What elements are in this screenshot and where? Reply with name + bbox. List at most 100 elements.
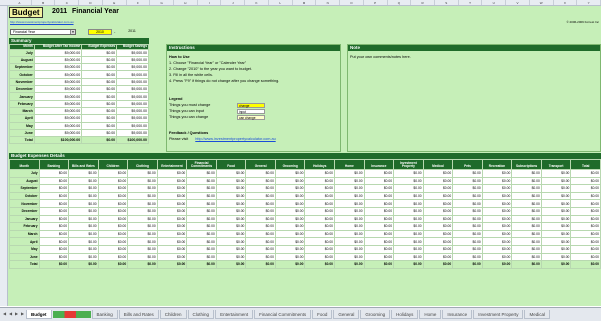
expense-cell[interactable]: $0.00 [540,252,572,262]
expense-cell[interactable]: $0.00 [304,206,336,216]
expense-cell[interactable]: $0.00 [97,169,129,178]
expense-cell[interactable]: $0.00 [422,206,454,216]
expense-cell[interactable]: $0.00 [274,214,306,224]
expense-cell[interactable]: $0.00 [38,191,70,201]
expense-cell[interactable]: $0.00 [38,237,70,246]
expense-cell[interactable]: $0.00 [481,169,513,178]
expense-cell[interactable]: $0.00 [422,252,454,262]
expense-cell[interactable]: $0.00 [215,229,247,239]
expense-cell[interactable]: $0.00 [422,214,454,224]
expense-cell[interactable]: $0.00 [68,222,99,231]
expense-cell[interactable]: $0.00 [156,176,188,186]
expense-cell[interactable]: $0.00 [363,206,395,216]
expense-cell[interactable]: $0.00 [156,184,188,193]
column-header[interactable]: N [316,0,341,5]
expense-cell[interactable]: $0.00 [452,184,483,193]
expense-cell[interactable]: $0.00 [245,184,276,193]
expense-cell[interactable]: $0.00 [156,191,188,201]
expense-cell[interactable]: $0.00 [540,169,572,178]
expense-cell[interactable]: $0.00 [245,252,276,262]
expense-cell[interactable]: $0.00 [334,222,365,231]
summary-cell[interactable]: $9,000.00 [116,92,149,101]
expense-cell[interactable]: $0.00 [127,176,158,186]
expense-cell[interactable]: $0.00 [334,244,365,254]
summary-cell[interactable]: $9,000.00 [33,70,83,79]
expense-cell[interactable]: $0.00 [363,229,395,239]
expense-cell[interactable]: $0.00 [156,214,188,224]
column-header[interactable]: J [221,0,246,5]
expense-cell[interactable]: $0.00 [393,206,424,216]
expense-cell[interactable]: $0.00 [393,169,424,178]
column-header[interactable]: Q [388,0,412,5]
summary-cell[interactable]: $9,000.00 [33,63,83,72]
expense-cell[interactable]: $0.00 [422,244,454,254]
expense-cell[interactable]: $0.00 [540,214,572,224]
expense-cell[interactable]: $0.00 [304,237,336,246]
expense-cell[interactable]: $0.00 [245,244,276,254]
expense-cell[interactable]: $0.00 [422,176,454,186]
expense-cell[interactable]: $0.00 [363,252,395,262]
expense-cell[interactable]: $0.00 [245,214,276,224]
column-header[interactable]: W [530,0,554,5]
expense-cell[interactable]: $0.00 [97,252,129,262]
expense-cell[interactable]: $0.00 [215,191,247,201]
column-header[interactable]: E [103,0,127,5]
expense-cell[interactable]: $0.00 [68,176,99,186]
expense-cell[interactable]: $0.00 [304,244,336,254]
expense-cell[interactable]: $0.00 [481,184,513,193]
expense-cell[interactable]: $0.00 [127,184,158,193]
expense-cell[interactable]: $0.00 [304,184,336,193]
expense-cell[interactable]: $0.00 [511,214,542,224]
expense-cell[interactable]: $0.00 [274,206,306,216]
expense-cell[interactable]: $0.00 [215,244,247,254]
next-tab-icon[interactable]: ▶ [14,311,19,318]
expense-cell[interactable]: $0.00 [452,244,483,254]
expense-cell[interactable]: $0.00 [127,222,158,231]
summary-cell[interactable]: $9,000.00 [33,121,83,130]
expense-cell[interactable]: $0.00 [68,214,99,224]
column-header[interactable]: L [269,0,293,5]
expense-cell[interactable]: $0.00 [274,244,306,254]
expense-cell[interactable]: $0.00 [156,222,188,231]
expense-cell[interactable]: $0.00 [156,206,188,216]
expense-cell[interactable]: $0.00 [393,222,424,231]
expense-cell[interactable]: $0.00 [481,199,513,208]
expense-cell[interactable]: $0.00 [97,176,129,186]
expense-cell[interactable]: $0.00 [422,169,454,178]
expense-cell[interactable]: $0.00 [304,222,336,231]
expense-cell[interactable]: $0.00 [127,214,158,224]
sheet-tab-entertainment[interactable]: Entertainment [215,310,254,319]
expense-cell[interactable]: $0.00 [215,214,247,224]
summary-cell[interactable]: $9,000.00 [116,55,149,65]
sheet-tab-holidays[interactable]: Holidays [391,310,419,319]
expense-cell[interactable]: $0.00 [304,199,336,208]
expense-cell[interactable]: $0.00 [127,244,158,254]
expense-cell[interactable]: $0.00 [186,229,217,239]
column-header[interactable]: X [554,0,578,5]
summary-cell[interactable]: $9,000.00 [116,128,149,138]
column-header[interactable]: V [506,0,530,5]
column-header[interactable]: B [32,0,56,5]
expense-cell[interactable]: $0.00 [363,222,395,231]
expense-cell[interactable]: $0.00 [363,214,395,224]
expense-cell[interactable]: $0.00 [186,237,217,246]
expense-cell[interactable]: $0.00 [186,199,217,208]
year-type-select[interactable]: Financial Year ▼ [10,29,76,35]
expense-cell[interactable]: $0.00 [422,199,454,208]
prev-tab-icon[interactable]: ◀ [8,311,13,318]
expense-cell[interactable]: $0.00 [363,184,395,193]
expense-cell[interactable]: $0.00 [38,222,70,231]
summary-cell[interactable]: $0.00 [81,99,118,108]
expense-cell[interactable]: $0.00 [452,169,483,178]
summary-cell[interactable]: $9,000.00 [116,48,149,57]
sheet-tab-investment-property[interactable]: Investment Property [473,310,524,319]
expense-cell[interactable]: $0.00 [38,176,70,186]
sheet-tab-clothing[interactable]: Clothing [187,310,215,319]
start-year-input[interactable]: 2010 [88,29,112,35]
expense-cell[interactable]: $0.00 [127,169,158,178]
expense-cell[interactable]: $0.00 [393,191,424,201]
expense-cell[interactable]: $0.00 [245,206,276,216]
sheet-tab-bills-and-rates[interactable]: Bills and Rates [118,310,159,319]
expense-cell[interactable]: $0.00 [68,206,99,216]
summary-cell[interactable]: $0.00 [81,63,118,72]
